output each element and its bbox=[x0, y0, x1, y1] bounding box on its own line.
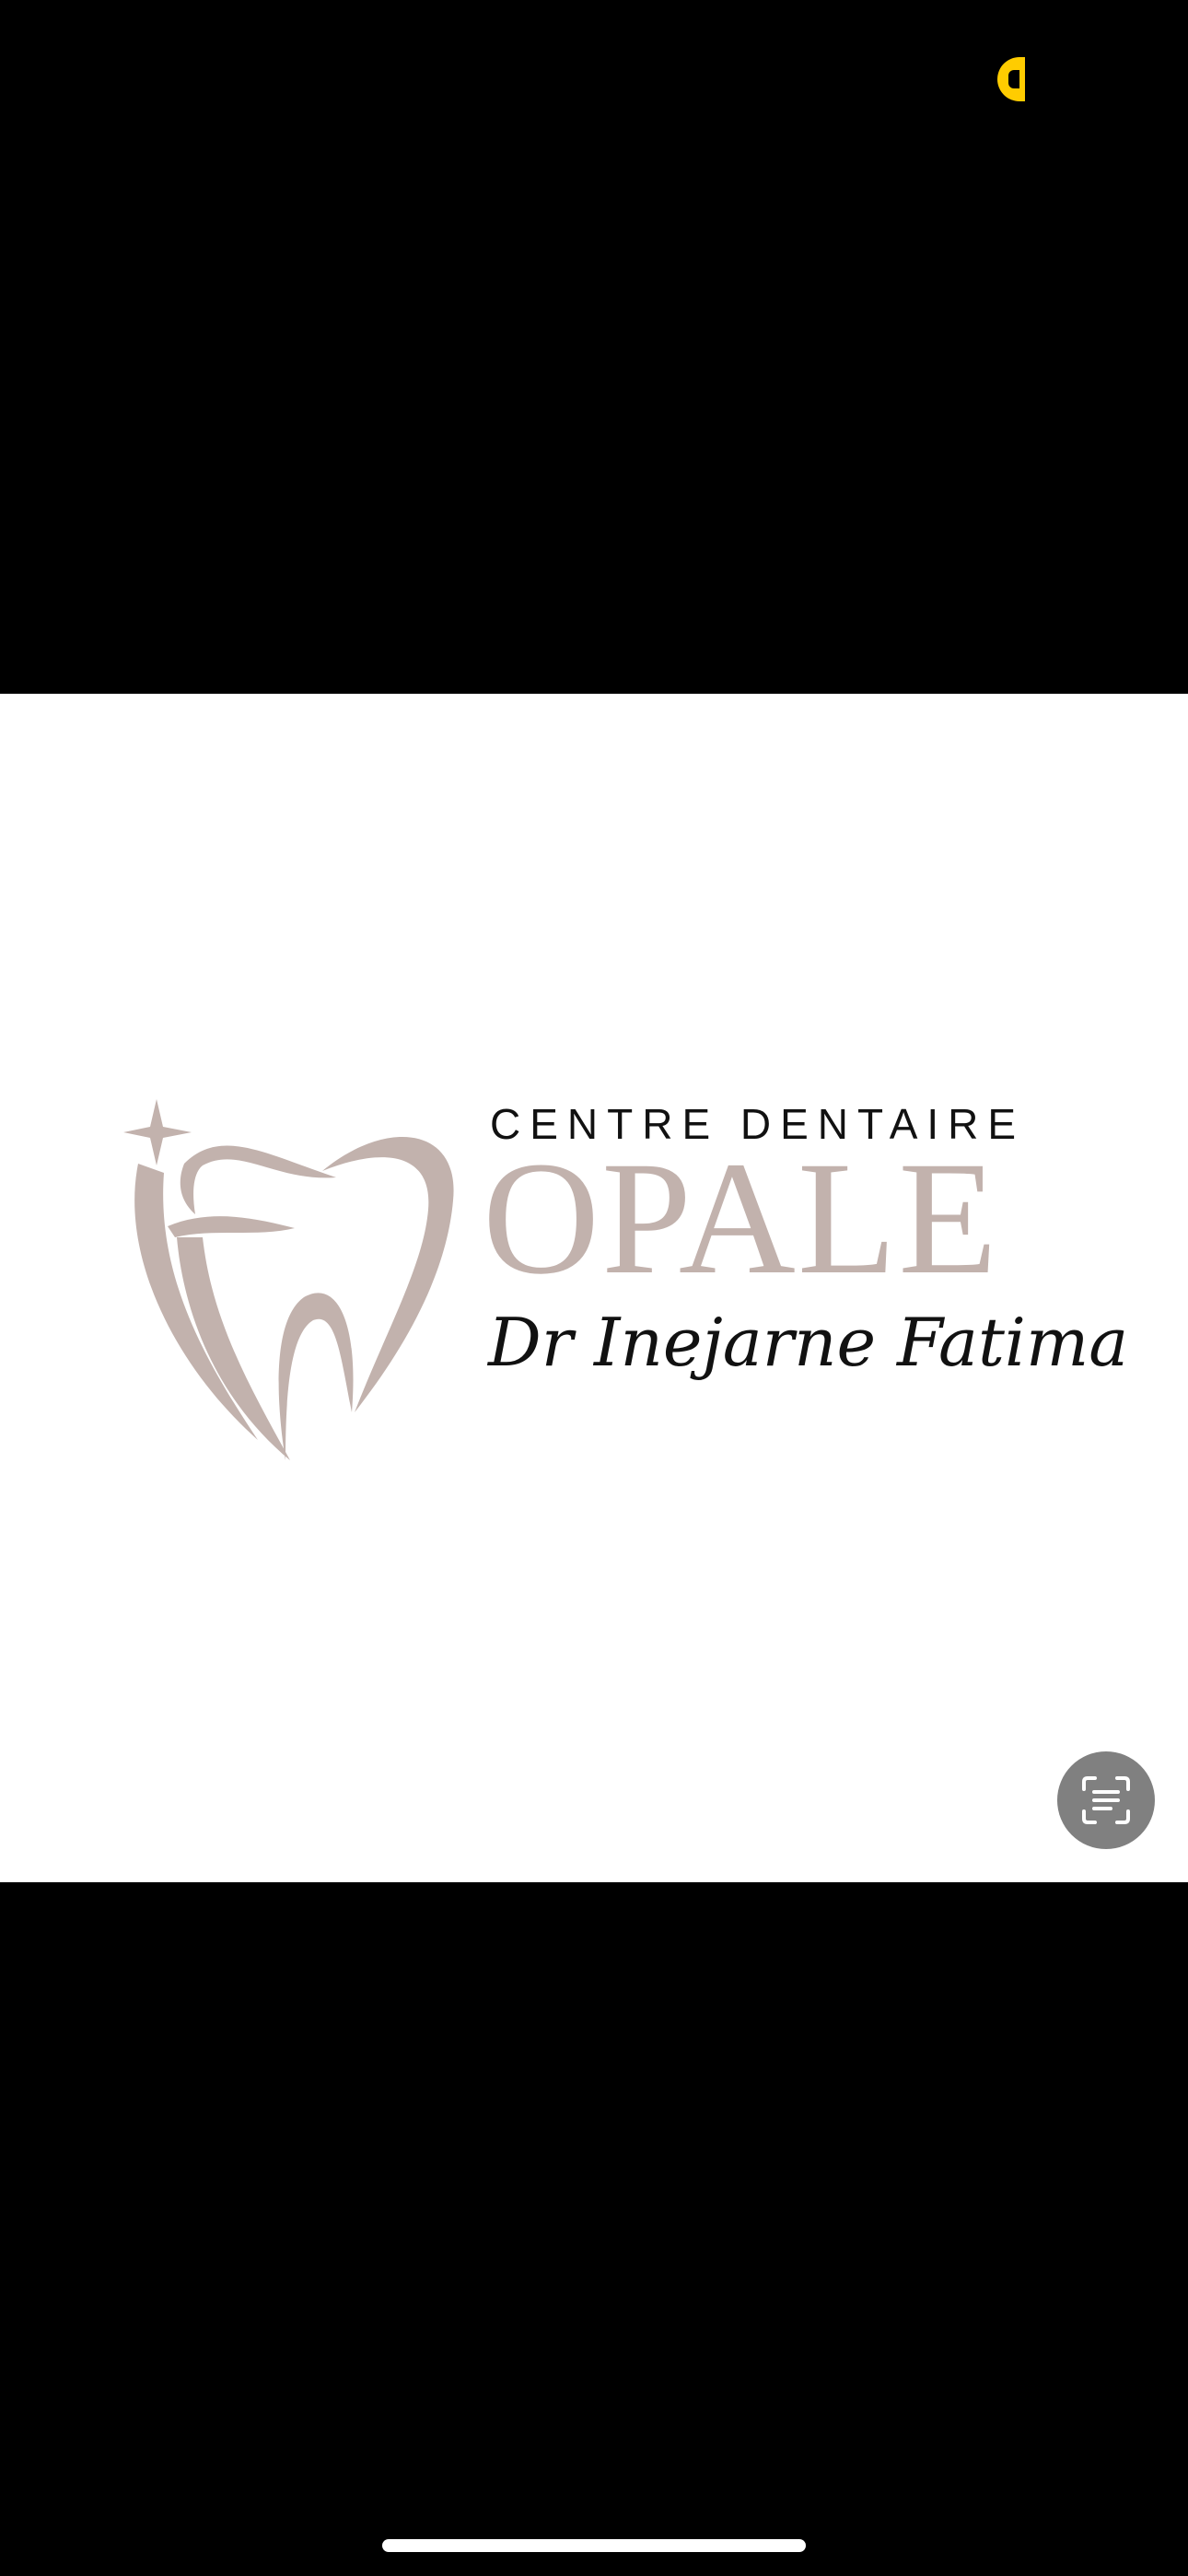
logo-line-doctor-name: Dr Inejarne Fatima bbox=[488, 1304, 1129, 1381]
photo-screen: CENTRE DENTAIRE OPALE Dr Inejarne Fatima bbox=[0, 0, 1188, 2576]
photo-viewer[interactable]: CENTRE DENTAIRE OPALE Dr Inejarne Fatima bbox=[0, 694, 1188, 1882]
sparkle-shape bbox=[123, 1099, 192, 1165]
logo-line-opale: OPALE bbox=[483, 1129, 999, 1308]
logo-text: CENTRE DENTAIRE OPALE Dr Inejarne Fatima bbox=[483, 1099, 1128, 1486]
home-indicator[interactable] bbox=[382, 2539, 806, 2552]
tooth-sparkle-logo-icon bbox=[111, 1099, 479, 1468]
live-text-scan-icon bbox=[1082, 1776, 1130, 1824]
tooth-top-curve bbox=[180, 1145, 336, 1214]
live-text-button[interactable] bbox=[1057, 1751, 1155, 1849]
status-bar bbox=[0, 0, 1188, 157]
tooth-outer-curve bbox=[322, 1137, 454, 1412]
recording-indicator-icon bbox=[997, 57, 1025, 101]
tooth-root bbox=[278, 1293, 354, 1460]
tooth-swoosh bbox=[168, 1216, 295, 1237]
clinic-logo: CENTRE DENTAIRE OPALE Dr Inejarne Fatima bbox=[111, 1099, 1128, 1523]
